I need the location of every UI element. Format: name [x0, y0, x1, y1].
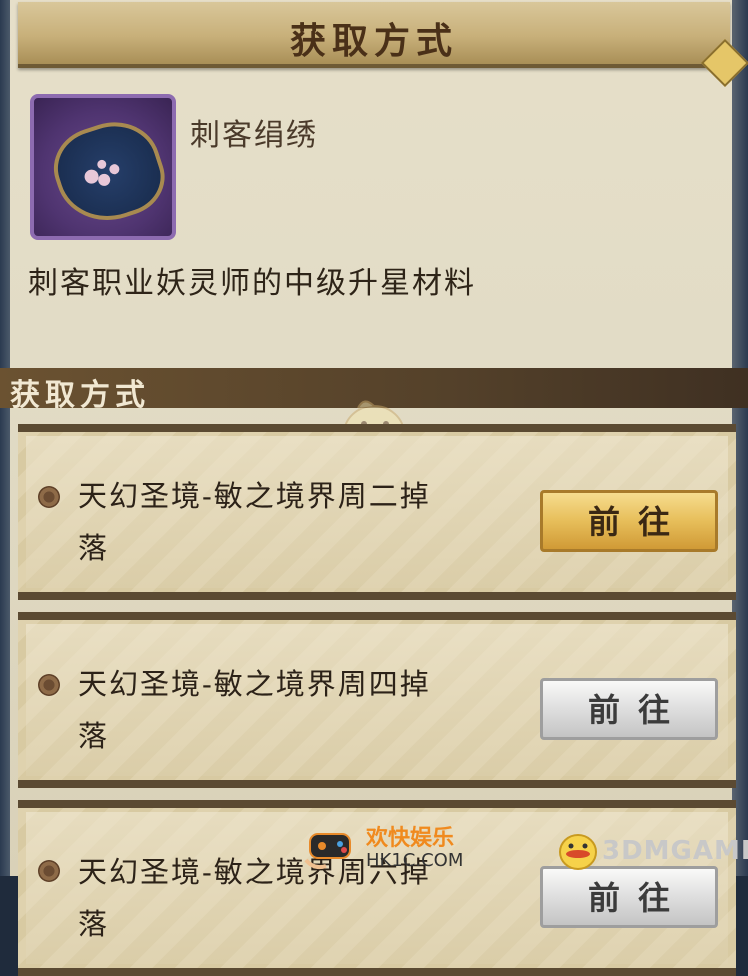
source-card: 天幻圣境-敏之境界周二掉落 前往: [18, 424, 736, 600]
panel-left-frame: [0, 0, 10, 876]
bullet-icon: [38, 486, 60, 508]
3dm-watermark: 3DMGAME: [556, 826, 748, 876]
item-description: 刺客职业妖灵师的中级升星材料: [28, 266, 476, 301]
embroidered-fan-icon: [43, 109, 172, 235]
source-text: 天幻圣境-敏之境界周二掉落: [78, 479, 431, 565]
goto-button[interactable]: 前往: [540, 678, 718, 740]
goto-button[interactable]: 前往: [540, 490, 718, 552]
watermark-brand-text: 欢快娱乐: [366, 826, 455, 851]
item-icon-frame: [30, 94, 176, 240]
watermark-url-text: HK1C.COM: [366, 850, 464, 871]
source-card: 天幻圣境-敏之境界周四掉落 前往: [18, 612, 736, 788]
item-name: 刺客绢绣: [190, 118, 318, 153]
hk1c-watermark: 欢快娱乐 HK1C.COM: [300, 820, 464, 876]
watermark-3dm-text: 3DMGAME: [602, 836, 748, 866]
page-title: 获取方式: [289, 20, 458, 62]
gamepad-hand-icon: [304, 833, 351, 870]
chick-logo-icon: [559, 834, 597, 870]
bullet-icon: [38, 674, 60, 696]
title-banner: 获取方式: [18, 2, 748, 88]
bullet-icon: [38, 860, 60, 882]
source-text: 天幻圣境-敏之境界周四掉落: [78, 667, 431, 753]
section-title: 获取方式: [10, 378, 150, 413]
